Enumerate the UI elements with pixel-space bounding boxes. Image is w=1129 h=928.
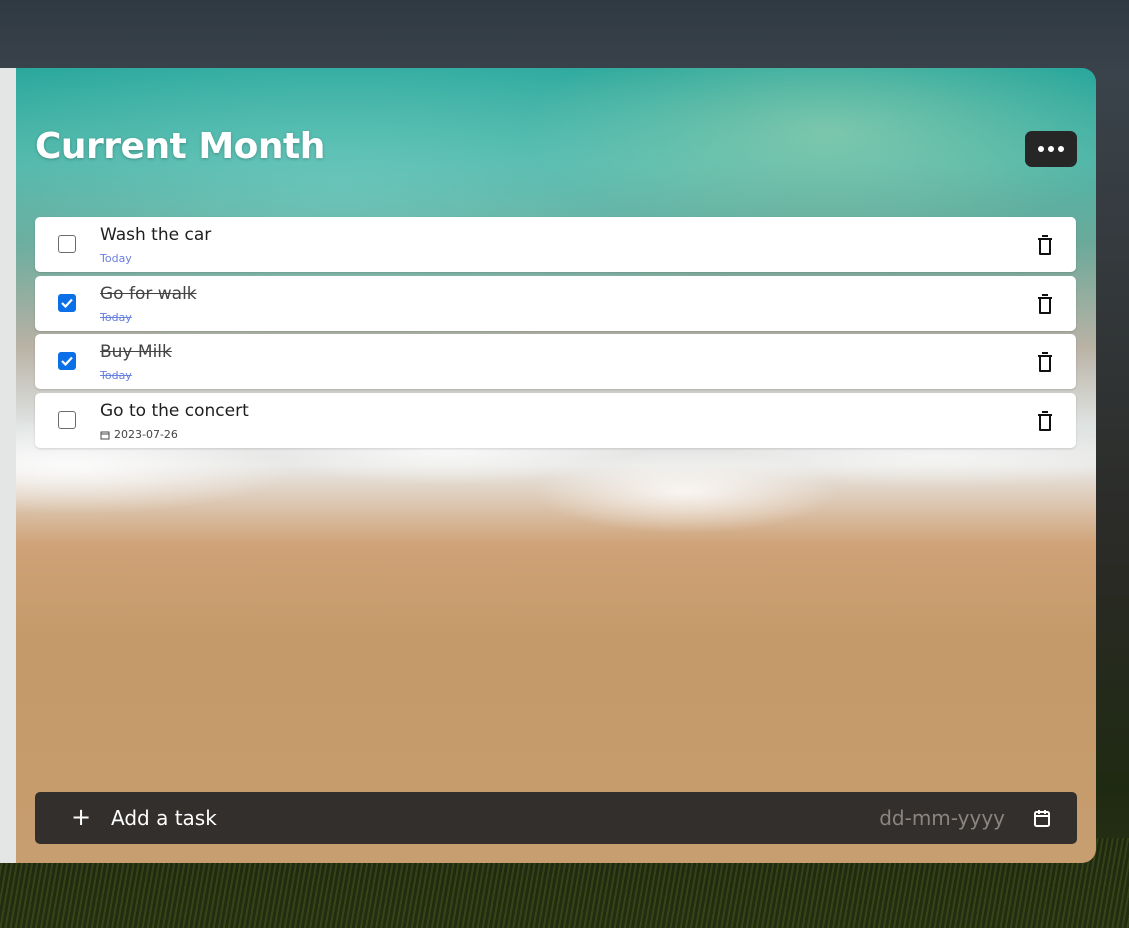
task-due-date: Today — [100, 369, 132, 382]
calendar-icon[interactable] — [1032, 808, 1052, 828]
add-task-bar: + — [35, 792, 1077, 844]
trash-icon[interactable] — [1036, 410, 1054, 432]
sidebar-edge — [0, 68, 16, 863]
task-title: Go for walk — [100, 284, 197, 304]
plus-icon[interactable]: + — [71, 803, 91, 831]
task-item[interactable]: Go for walk Today — [35, 276, 1076, 331]
trash-icon[interactable] — [1036, 351, 1054, 373]
calendar-icon — [100, 431, 110, 439]
check-icon — [61, 356, 73, 366]
task-checkbox[interactable] — [58, 411, 76, 429]
task-checkbox[interactable] — [58, 294, 76, 312]
task-title: Wash the car — [100, 225, 212, 245]
task-checkbox[interactable] — [58, 352, 76, 370]
task-item[interactable]: Go to the concert 2023-07-26 — [35, 393, 1076, 448]
more-options-button[interactable] — [1025, 131, 1077, 167]
task-title: Buy Milk — [100, 342, 172, 362]
check-icon — [61, 298, 73, 308]
trash-icon[interactable] — [1036, 293, 1054, 315]
due-date-input[interactable] — [835, 804, 1005, 832]
task-due-date: Today — [100, 311, 132, 324]
task-due-date: Today — [100, 252, 132, 265]
add-task-input[interactable] — [111, 804, 631, 832]
task-due-date: 2023-07-26 — [100, 428, 178, 441]
task-list-panel: Current Month Wash the car Today Go for … — [16, 68, 1096, 863]
trash-icon[interactable] — [1036, 234, 1054, 256]
task-due-date-text: 2023-07-26 — [114, 428, 178, 441]
task-item[interactable]: Buy Milk Today — [35, 334, 1076, 389]
task-checkbox[interactable] — [58, 235, 76, 253]
task-item[interactable]: Wash the car Today — [35, 217, 1076, 272]
list-title: Current Month — [35, 126, 325, 167]
task-title: Go to the concert — [100, 401, 249, 421]
more-horizontal-icon — [1038, 146, 1044, 152]
